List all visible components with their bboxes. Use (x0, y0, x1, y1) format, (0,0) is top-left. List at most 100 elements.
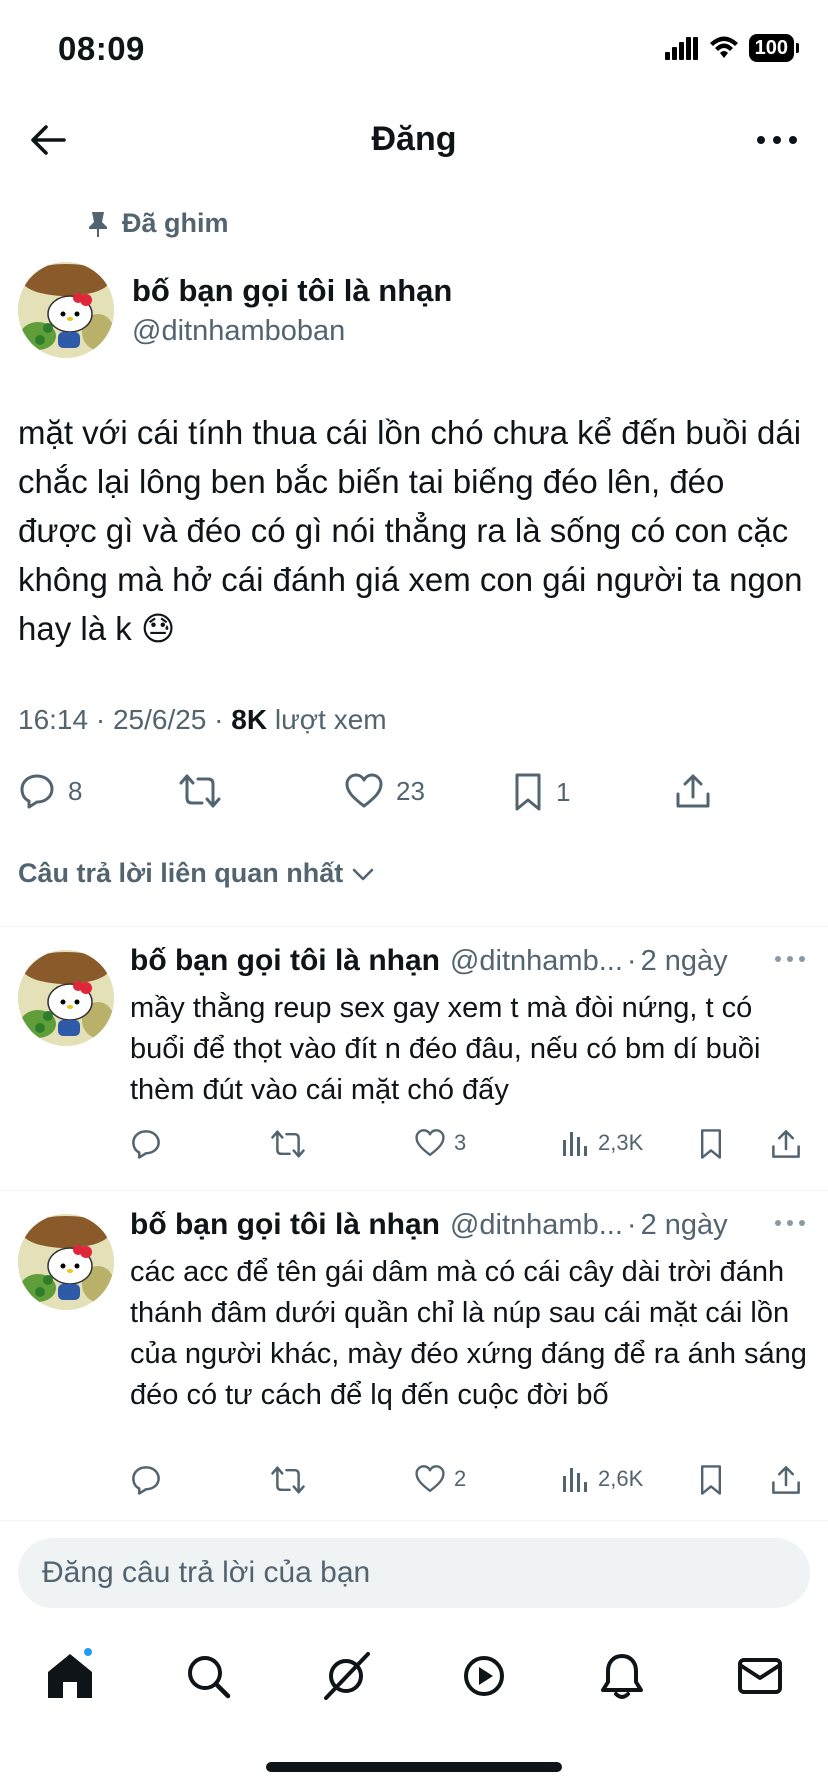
reply-more-button[interactable] (770, 1208, 810, 1238)
avatar[interactable] (18, 1214, 114, 1310)
post-time: 16:14 · 25/6/25 · (18, 704, 232, 735)
repost-icon (271, 1130, 305, 1158)
author-name[interactable]: bố bạn gọi tôi là nhạn (132, 273, 452, 309)
heart-icon (415, 1129, 445, 1157)
share-button[interactable] (674, 772, 712, 810)
reply-button[interactable]: 8 (18, 772, 82, 810)
divider (0, 1520, 828, 1521)
bottom-tab-bar (0, 1632, 828, 1722)
compose-placeholder: Đăng câu trả lời của bạn (42, 1556, 371, 1589)
reply-actions: 3 2,3K (130, 1128, 820, 1168)
top-bar: Đăng (0, 100, 828, 180)
like-count: 2 (454, 1466, 467, 1491)
like-button[interactable]: 23 (344, 772, 425, 810)
grok-icon (324, 1652, 370, 1700)
reply-actions: 2 2,6K (130, 1464, 820, 1504)
tab-messages[interactable] (730, 1646, 790, 1706)
home-indicator[interactable] (266, 1762, 562, 1772)
heart-icon (415, 1465, 445, 1493)
tab-search[interactable] (178, 1646, 238, 1706)
separator-dot: · (626, 1208, 637, 1241)
author-handle[interactable]: @ditnhamboban (132, 315, 452, 348)
reply-compose-input[interactable]: Đăng câu trả lời của bạn (18, 1538, 810, 1608)
tab-video[interactable] (454, 1646, 514, 1706)
tab-notifications[interactable] (592, 1646, 652, 1706)
reply-author-handle[interactable]: @ditnhamb... (450, 1209, 623, 1242)
share-icon (772, 1466, 800, 1494)
reply-author-name[interactable]: bố bạn gọi tôi là nhạn (130, 944, 440, 978)
analytics-icon (563, 1468, 587, 1492)
views-count: 8K (231, 704, 268, 735)
bookmark-button[interactable] (698, 1464, 724, 1496)
bookmark-button[interactable] (698, 1128, 724, 1160)
avatar[interactable] (18, 950, 114, 1046)
pinned-label: Đã ghim (86, 208, 229, 239)
bookmark-icon (701, 1465, 722, 1495)
bookmark-count: 1 (556, 776, 571, 807)
reply-author-handle[interactable]: @ditnhamb... (450, 945, 623, 978)
post-text: mặt với cái tính thua cái lồn chó chưa k… (18, 414, 803, 647)
status-icons: 100 (664, 34, 800, 62)
reply-header: bố bạn gọi tôi là nhạn @ditnhamb... · 2 … (130, 944, 810, 978)
share-icon (676, 774, 710, 808)
mail-icon (738, 1658, 782, 1694)
views-count: 2,3K (598, 1130, 644, 1155)
analytics-icon (563, 1132, 587, 1156)
pinned-text: Đã ghim (122, 208, 229, 238)
repost-button[interactable] (178, 772, 222, 810)
repost-icon (179, 774, 221, 808)
page-title: Đăng (371, 120, 457, 158)
views-button[interactable]: 2,3K (560, 1128, 643, 1158)
views-button[interactable]: 2,6K (560, 1464, 643, 1494)
separator-dot: · (626, 944, 637, 977)
reply-button[interactable] (130, 1464, 162, 1496)
share-button[interactable] (770, 1464, 802, 1496)
reply-time: 2 ngày (640, 944, 728, 977)
reply-item[interactable]: bố bạn gọi tôi là nhạn @ditnhamb... · 2 … (0, 1190, 828, 1520)
reply-author-name[interactable]: bố bạn gọi tôi là nhạn (130, 1208, 440, 1242)
repost-button[interactable] (270, 1128, 306, 1160)
notification-dot (82, 1646, 94, 1658)
like-count: 3 (454, 1130, 467, 1155)
comment-icon (132, 1130, 160, 1159)
reply-text: mầy thằng reup sex gay xem t mà đòi nứng… (130, 992, 761, 1106)
tab-grok[interactable] (316, 1646, 376, 1706)
repost-icon (271, 1466, 305, 1494)
bookmark-button[interactable]: 1 (512, 772, 570, 812)
sort-label: Câu trả lời liên quan nhất (18, 858, 344, 888)
wifi-icon (709, 36, 738, 58)
avatar-image (18, 1214, 114, 1310)
share-button[interactable] (770, 1128, 802, 1160)
battery-indicator: 100 (748, 34, 800, 62)
play-icon (464, 1656, 504, 1696)
like-button[interactable]: 3 (414, 1128, 466, 1158)
repost-button[interactable] (270, 1464, 306, 1496)
more-horizontal-icon (775, 956, 805, 962)
signal-icon (664, 37, 698, 60)
comment-icon (132, 1466, 160, 1495)
like-button[interactable]: 2 (414, 1464, 466, 1494)
avatar-image (18, 950, 114, 1046)
avatar-image (18, 262, 114, 358)
status-bar: 08:09 100 (0, 0, 828, 100)
views-label: lượt xem (267, 704, 387, 735)
more-options-button[interactable] (752, 118, 802, 162)
more-horizontal-icon (757, 136, 797, 144)
comment-icon (20, 774, 54, 809)
reply-more-button[interactable] (770, 944, 810, 974)
author-info: bố bạn gọi tôi là nhạn @ditnhamboban (132, 273, 452, 348)
pin-icon (89, 211, 107, 237)
post-actions: 8 23 1 (18, 766, 810, 818)
reply-text: các acc để tên gái dâm mà có cái cây dài… (130, 1256, 807, 1411)
reply-item[interactable]: bố bạn gọi tôi là nhạn @ditnhamb... · 2 … (0, 926, 828, 1190)
heart-icon (345, 773, 383, 808)
avatar[interactable] (18, 262, 114, 358)
tab-home[interactable] (40, 1646, 100, 1706)
post-author: bố bạn gọi tôi là nhạn @ditnhamboban (18, 262, 452, 358)
share-icon (772, 1130, 800, 1158)
reply-button[interactable] (130, 1128, 162, 1160)
reply-header: bố bạn gọi tôi là nhạn @ditnhamb... · 2 … (130, 1208, 810, 1242)
chevron-down-icon (352, 868, 374, 880)
replies-sort-dropdown[interactable]: Câu trả lời liên quan nhất (18, 858, 375, 889)
post-meta: 16:14 · 25/6/25 · 8K lượt xem (18, 704, 387, 736)
